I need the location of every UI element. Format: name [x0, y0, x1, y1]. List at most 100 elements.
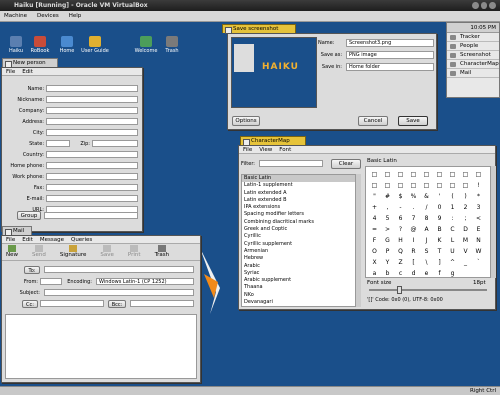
save-button[interactable]: Save: [100, 245, 114, 259]
character-cell[interactable]: :: [446, 213, 459, 224]
character-cell[interactable]: ;: [459, 213, 472, 224]
character-cell[interactable]: #: [381, 191, 394, 202]
menu-devices[interactable]: Devices: [37, 13, 59, 21]
character-cell[interactable]: □: [446, 169, 459, 180]
block-list-item[interactable]: Basic Latin: [242, 175, 360, 183]
character-cell[interactable]: B: [433, 224, 446, 235]
block-list-item[interactable]: Arabic: [242, 263, 360, 270]
mail-body[interactable]: [5, 314, 197, 379]
character-cell[interactable]: ): [459, 191, 472, 202]
person-field-input[interactable]: [46, 162, 138, 169]
block-list-item[interactable]: Devanagari: [242, 299, 360, 306]
menu-file[interactable]: File: [243, 147, 252, 153]
menu-font[interactable]: Font: [279, 147, 291, 153]
character-grid[interactable]: □ □ □ □ □ □ □ □ □ □ □ □ □ □ □ □ □! " # $% & '() * +, -./0 1 2 3 4 5 6 7…: [365, 166, 491, 278]
folder-select[interactable]: Home folder: [346, 63, 434, 71]
character-cell[interactable]: %: [407, 191, 420, 202]
character-cell[interactable]: □: [407, 169, 420, 180]
character-cell[interactable]: g: [446, 268, 459, 277]
block-list-item[interactable]: Spacing modifier letters: [242, 211, 360, 218]
character-cell[interactable]: □: [407, 180, 420, 191]
block-list-item[interactable]: Cyrillic supplement: [242, 241, 360, 248]
screenshot-window-tab[interactable]: Save screenshot: [222, 24, 296, 34]
desktop-icon-trash[interactable]: Trash: [160, 36, 184, 54]
character-cell[interactable]: &: [420, 191, 433, 202]
character-cell[interactable]: U: [446, 246, 459, 257]
person-field-input[interactable]: [46, 118, 138, 125]
block-list-item[interactable]: Cyrillic: [242, 233, 360, 240]
fontsize-slider-thumb[interactable]: [397, 286, 402, 294]
deskbar-item-people[interactable]: People: [447, 42, 499, 51]
block-list-item[interactable]: Latin-1 supplement: [242, 182, 360, 189]
character-cell[interactable]: □: [394, 169, 407, 180]
character-cell[interactable]: 3: [472, 202, 485, 213]
deskbar-item-screenshot[interactable]: Screenshot: [447, 51, 499, 60]
character-cell[interactable]: □: [459, 169, 472, 180]
character-cell[interactable]: □: [472, 169, 485, 180]
block-list-item[interactable]: Latin extended A: [242, 190, 360, 197]
block-list-item[interactable]: NKo: [242, 292, 360, 299]
character-cell[interactable]: b: [381, 268, 394, 277]
bcc-menu-button[interactable]: Bcc:: [108, 300, 126, 308]
character-cell[interactable]: ]: [433, 257, 446, 268]
character-cell[interactable]: R: [407, 246, 420, 257]
character-cell[interactable]: A: [420, 224, 433, 235]
cancel-button[interactable]: Cancel: [358, 116, 388, 126]
person-field-input[interactable]: [46, 195, 138, 202]
block-list-item[interactable]: Combining diacritical marks: [242, 219, 360, 226]
desktop-icon-haiku[interactable]: Haiku: [4, 36, 28, 54]
character-cell[interactable]: ^: [446, 257, 459, 268]
character-cell[interactable]: M: [459, 235, 472, 246]
character-cell[interactable]: □: [420, 169, 433, 180]
character-cell[interactable]: =: [368, 224, 381, 235]
character-cell[interactable]: □: [381, 180, 394, 191]
character-cell[interactable]: 4: [368, 213, 381, 224]
block-list-item[interactable]: Thaana: [242, 284, 360, 291]
group-field[interactable]: [44, 212, 138, 219]
character-cell[interactable]: d: [407, 268, 420, 277]
block-list-item[interactable]: Hebrew: [242, 255, 360, 262]
charmap-window-tab[interactable]: CharacterMap: [240, 136, 306, 146]
block-list-item[interactable]: Armenian: [242, 248, 360, 255]
character-cell[interactable]: □: [368, 180, 381, 191]
send-button[interactable]: Send: [32, 245, 46, 259]
person-field-input[interactable]: [46, 107, 138, 114]
character-cell[interactable]: L: [446, 235, 459, 246]
block-list-scrollbar[interactable]: [355, 174, 361, 307]
bcc-field[interactable]: [130, 300, 194, 307]
desktop-icon-user-guide[interactable]: User Guide: [80, 36, 110, 54]
desktop-icon-robook[interactable]: RoBook: [28, 36, 52, 54]
character-cell[interactable]: <: [472, 213, 485, 224]
cc-field[interactable]: [40, 300, 104, 307]
character-cell[interactable]: □: [394, 180, 407, 191]
clear-button[interactable]: Clear: [331, 159, 361, 169]
character-cell[interactable]: K: [433, 235, 446, 246]
character-cell[interactable]: 5: [381, 213, 394, 224]
character-cell[interactable]: 0: [433, 202, 446, 213]
character-cell[interactable]: 9: [433, 213, 446, 224]
person-window-tab[interactable]: New person: [2, 58, 58, 68]
character-cell[interactable]: 6: [394, 213, 407, 224]
character-cell[interactable]: V: [459, 246, 472, 257]
options-button[interactable]: Options: [232, 116, 260, 126]
menu-queries[interactable]: Queries: [71, 237, 92, 243]
character-cell[interactable]: X: [368, 257, 381, 268]
deskbar-clock[interactable]: 10:05 PM: [447, 23, 499, 33]
character-cell[interactable]: [: [407, 257, 420, 268]
deskbar-item-mail[interactable]: Mail: [447, 69, 499, 78]
character-cell[interactable]: *: [472, 191, 485, 202]
character-cell[interactable]: □: [459, 180, 472, 191]
character-cell[interactable]: a: [368, 268, 381, 277]
menu-message[interactable]: Message: [40, 237, 64, 243]
character-cell[interactable]: 2: [459, 202, 472, 213]
maximize-icon[interactable]: [480, 2, 488, 9]
character-cell[interactable]: Y: [381, 257, 394, 268]
format-select[interactable]: PNG image: [346, 51, 434, 59]
block-list-item[interactable]: Latin extended B: [242, 197, 360, 204]
character-cell[interactable]: ": [368, 191, 381, 202]
character-cell[interactable]: (: [446, 191, 459, 202]
grid-scrollbar[interactable]: [491, 166, 496, 278]
trash-button[interactable]: Trash: [155, 245, 169, 259]
character-cell[interactable]: W: [472, 246, 485, 257]
window-controls[interactable]: [471, 2, 496, 9]
